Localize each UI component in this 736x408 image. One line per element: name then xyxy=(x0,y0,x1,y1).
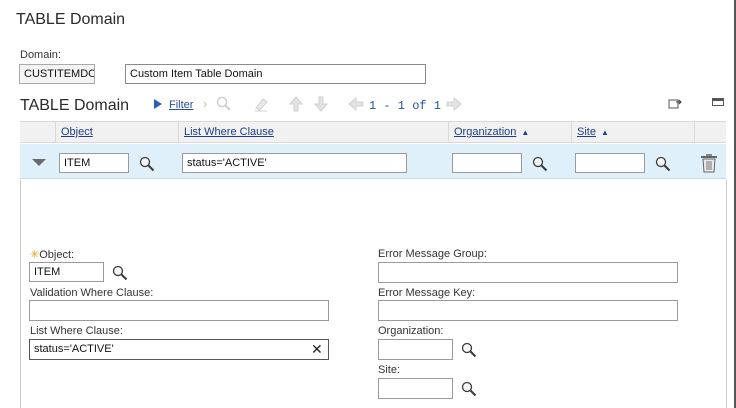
table-header-row xyxy=(20,121,726,143)
magnifier-icon[interactable] xyxy=(461,381,477,397)
organization-label: Organization: xyxy=(378,325,444,337)
column-separator xyxy=(694,121,695,143)
column-header-site-label: Site xyxy=(577,126,596,138)
section-title: TABLE Domain xyxy=(20,97,130,114)
collapse-icon[interactable] xyxy=(712,98,724,106)
pager-text: 1 - 1 of 1 xyxy=(369,99,442,113)
download-icon[interactable] xyxy=(668,98,682,110)
arrow-up-icon xyxy=(289,96,303,112)
site-label: Site: xyxy=(378,364,401,376)
magnifier-icon[interactable] xyxy=(461,342,477,358)
magnifier-icon[interactable] xyxy=(532,156,548,172)
clear-icon[interactable]: ✕ xyxy=(311,341,323,358)
column-header-organization[interactable]: Organization ▲ xyxy=(454,126,529,138)
trash-icon[interactable] xyxy=(700,153,718,173)
list-where-clause-field[interactable]: status='ACTIVE' xyxy=(29,339,329,360)
error-message-key-field[interactable] xyxy=(378,300,678,321)
arrow-right-icon xyxy=(446,97,462,111)
sort-icon: ▲ xyxy=(521,128,530,137)
domain-code-field[interactable]: CUSTITEMDO xyxy=(19,64,95,84)
organization-field[interactable] xyxy=(378,339,453,360)
sort-icon: ▲ xyxy=(600,128,609,137)
site-field[interactable] xyxy=(378,378,453,399)
filter-button[interactable] xyxy=(153,98,163,110)
object-label: ✳Object: xyxy=(30,248,74,261)
column-separator xyxy=(55,121,56,143)
validation-where-clause-field[interactable] xyxy=(29,300,329,321)
error-message-key-label: Error Message Key: xyxy=(378,287,476,299)
domain-description-field[interactable]: Custom Item Table Domain xyxy=(125,64,426,84)
row-site-field[interactable] xyxy=(575,153,645,173)
row-list-where-clause-field[interactable]: status='ACTIVE' xyxy=(182,153,407,173)
object-label-text: Object: xyxy=(39,249,75,261)
validation-where-clause-label: Validation Where Clause: xyxy=(30,287,154,299)
column-header-organization-label: Organization xyxy=(454,126,517,138)
error-message-group-field[interactable] xyxy=(378,262,678,283)
eraser-icon xyxy=(255,98,268,112)
magnifier-icon[interactable] xyxy=(139,156,155,172)
chevron-down-icon[interactable] xyxy=(31,158,47,167)
required-star-icon: ✳ xyxy=(30,249,40,261)
object-field[interactable]: ITEM xyxy=(29,262,104,282)
play-arrow-icon xyxy=(154,99,162,110)
chevron-right-icon: › xyxy=(203,96,208,111)
arrow-down-icon xyxy=(314,96,328,112)
filter-link[interactable]: Filter xyxy=(169,99,193,111)
column-header-object[interactable]: Object xyxy=(61,126,93,138)
magnifier-icon[interactable] xyxy=(655,156,671,172)
column-separator xyxy=(178,121,179,143)
page-title: TABLE Domain xyxy=(16,11,126,28)
column-header-list-where-clause[interactable]: List Where Clause xyxy=(184,126,274,138)
list-where-clause-label: List Where Clause: xyxy=(30,325,123,337)
magnifier-icon[interactable] xyxy=(112,265,128,281)
column-header-site[interactable]: Site ▲ xyxy=(577,126,609,138)
magnifier-icon xyxy=(216,96,231,111)
column-separator xyxy=(571,121,572,143)
arrow-left-icon xyxy=(348,97,364,111)
domain-label: Domain: xyxy=(20,49,61,61)
column-separator xyxy=(448,121,449,143)
row-object-field[interactable]: ITEM xyxy=(59,153,129,173)
error-message-group-label: Error Message Group: xyxy=(378,248,487,260)
row-organization-field[interactable] xyxy=(452,153,522,173)
